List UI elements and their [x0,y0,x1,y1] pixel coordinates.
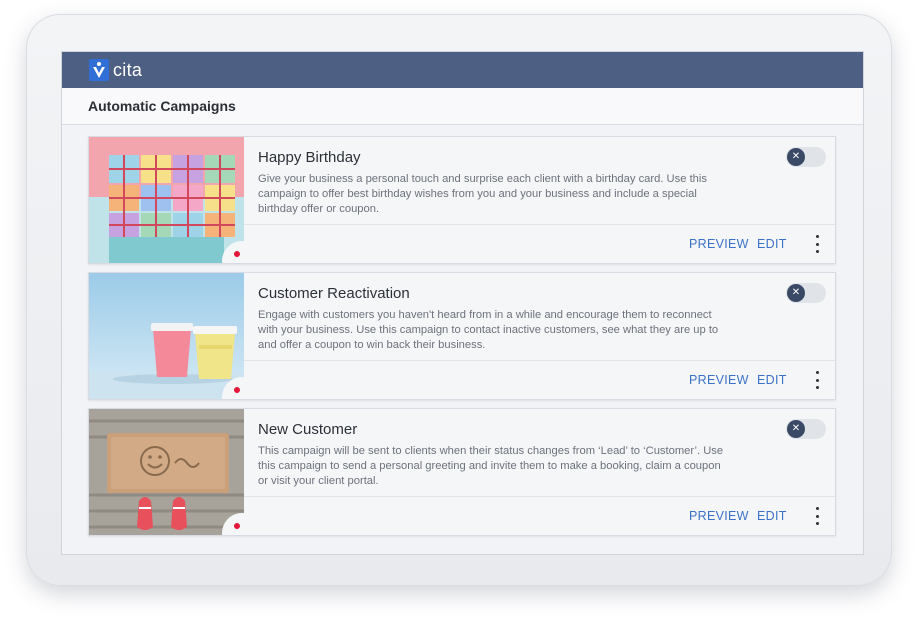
page-header: Automatic Campaigns [62,88,863,125]
preview-button[interactable]: PREVIEW [689,373,749,387]
campaign-toggle[interactable]: ✕ [786,147,826,167]
campaign-toggle[interactable]: ✕ [786,419,826,439]
close-icon: ✕ [787,420,805,438]
vcita-logo-icon [89,59,109,81]
campaign-image-gift-boxes [89,137,244,263]
preview-button[interactable]: PREVIEW [689,509,749,523]
edit-button[interactable]: EDIT [757,237,787,251]
campaign-description: Give your business a personal touch and … [258,173,707,215]
close-icon: ✕ [787,148,805,166]
logo-text: cita [113,59,143,80]
edit-button[interactable]: EDIT [757,509,787,523]
page-title: Automatic Campaigns [88,98,236,114]
campaign-image-coffee-cups [89,273,244,399]
campaign-toggle[interactable]: ✕ [786,283,826,303]
status-indicator [234,251,240,257]
campaign-card-happy-birthday: Happy Birthday Give your business a pers… [88,136,836,264]
more-options-icon[interactable] [811,507,823,525]
close-icon: ✕ [787,284,805,302]
status-indicator [234,523,240,529]
edit-button[interactable]: EDIT [757,373,787,387]
campaign-title: Customer Reactivation [258,285,410,302]
campaign-title: New Customer [258,421,358,438]
campaign-description: Engage with customers you haven't heard … [258,309,719,351]
campaign-card-new-customer: New Customer This campaign will be sent … [88,408,836,536]
campaign-title: Happy Birthday [258,149,361,166]
more-options-icon[interactable] [811,371,823,389]
campaign-image-doormat-sneakers [89,409,244,535]
logo[interactable]: cita [89,58,142,82]
campaign-card-customer-reactivation: Customer Reactivation Engage with custom… [88,272,836,400]
top-bar: cita [62,52,863,88]
status-indicator [234,387,240,393]
campaign-description: This campaign will be sent to clients wh… [258,445,724,487]
more-options-icon[interactable] [811,235,823,253]
preview-button[interactable]: PREVIEW [689,237,749,251]
app-screen: cita Automatic Campaigns Happy Birthday … [61,51,864,555]
